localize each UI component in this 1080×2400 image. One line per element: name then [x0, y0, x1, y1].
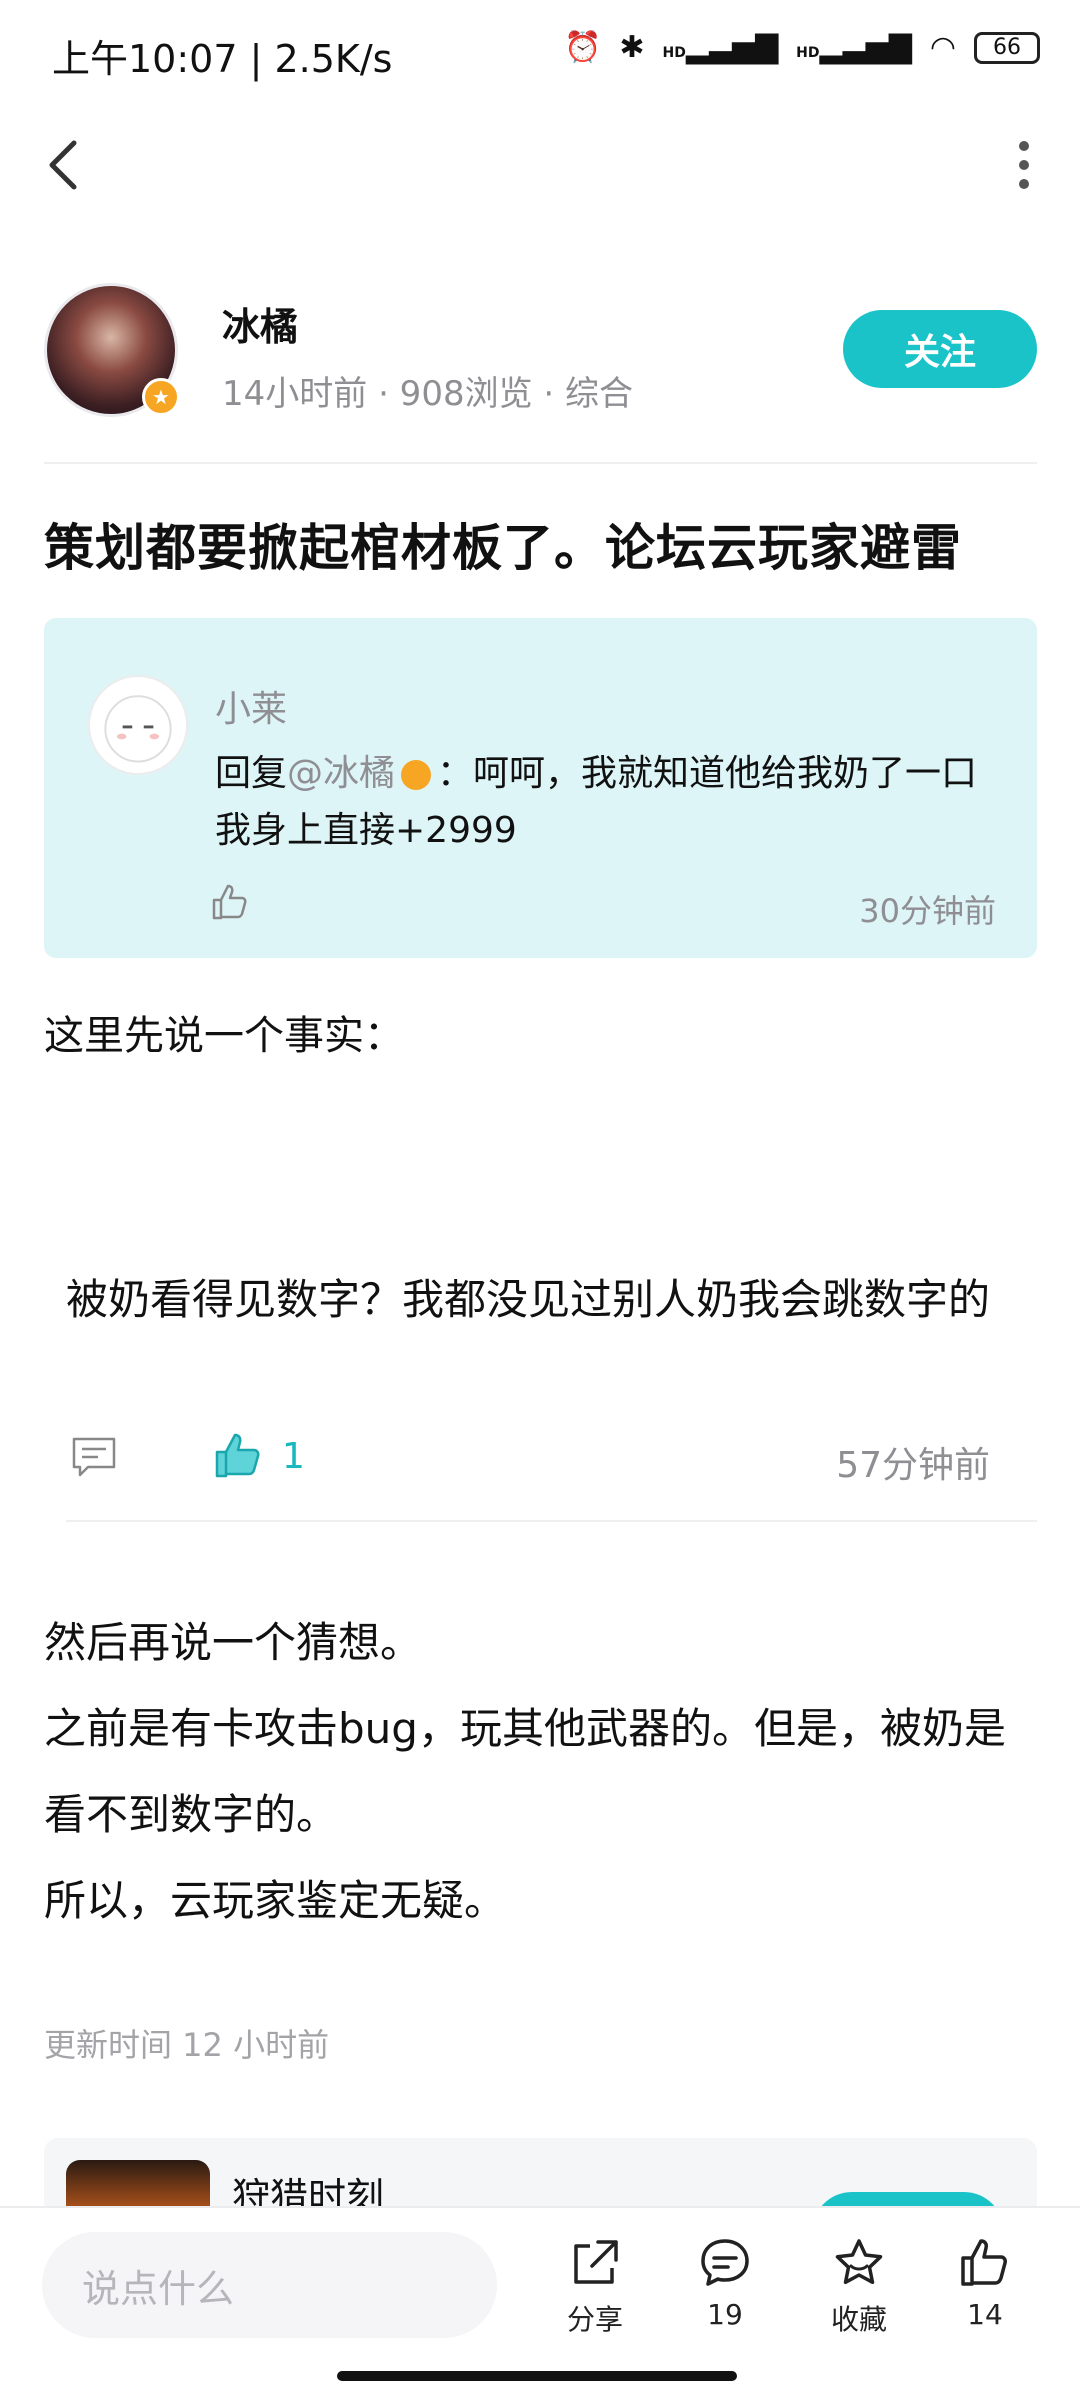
quote-avatar: [88, 675, 188, 775]
cartoon-face-icon: [104, 695, 172, 763]
reply-prefix: 回复: [215, 753, 288, 794]
mention-badge-icon: [401, 760, 432, 790]
home-indicator[interactable]: [337, 2371, 737, 2381]
status-time: 上午10:07 | 2.5K/s: [52, 37, 393, 81]
quote-text: 回复@冰橘 ：呵呵，我就知道他给我奶了一口 我身上直接+2999: [215, 745, 995, 859]
updated-time: 更新时间 12 小时前: [44, 2026, 330, 2064]
favorite-label: 收藏: [830, 2303, 887, 2336]
comment-input[interactable]: 说点什么: [42, 2232, 497, 2338]
divider: [66, 1520, 1037, 1522]
favorite-button[interactable]: 收藏: [804, 2236, 914, 2338]
bluetooth-icon: ✱: [619, 30, 645, 65]
thumbs-up-icon[interactable]: [210, 882, 250, 922]
comment-count: 19: [707, 2298, 743, 2331]
post-title: 策划都要掀起棺材板了。论坛云玩家避雷: [44, 519, 962, 577]
back-arrow-icon[interactable]: [44, 135, 84, 195]
reply-mention[interactable]: @冰橘: [287, 753, 395, 794]
post-body: 然后再说一个猜想。 之前是有卡攻击bug，玩其他武器的。但是，被奶是看不到数字的…: [44, 1600, 1044, 1944]
more-options-icon[interactable]: [1018, 140, 1030, 190]
verified-badge-icon: ★: [142, 378, 180, 416]
share-label: 分享: [566, 2303, 623, 2336]
wifi-icon: ◠: [929, 30, 956, 65]
alarm-icon: ⏰: [564, 30, 602, 65]
comment-bubble-icon: [701, 2239, 749, 2286]
signal-icon-2: HD▂▃▅▇: [796, 30, 912, 65]
status-icons: ⏰ ✱ HD▂▃▅▇ HD▂▃▅▇ ◠ 66: [564, 30, 1040, 65]
signal-icon-1: HD▂▃▅▇: [662, 30, 779, 65]
quote-author-name: 小莱: [215, 689, 288, 730]
battery-icon: 66: [974, 31, 1040, 64]
post-paragraph: 这里先说一个事实：: [44, 1013, 404, 1059]
comment-text: 被奶看得见数字？我都没见过别人奶我会跳数字的: [66, 1275, 991, 1324]
share-icon: [574, 2240, 618, 2284]
like-button[interactable]: 14: [930, 2236, 1040, 2331]
like-count: 14: [967, 2298, 1003, 2331]
comments-button[interactable]: 19: [670, 2236, 780, 2331]
share-button[interactable]: 分享: [540, 2236, 650, 2338]
body-line: 之前是有卡攻击bug，玩其他武器的。但是，被奶是看不到数字的。: [44, 1704, 1006, 1839]
comment-like-count: 1: [282, 1436, 305, 1477]
thumbs-up-icon: [961, 2239, 1007, 2286]
post-meta: 14小时前 · 908浏览 · 综合: [222, 374, 634, 414]
quote-time: 30分钟前: [859, 892, 996, 930]
body-line: 然后再说一个猜想。: [44, 1618, 423, 1667]
author-name[interactable]: 冰橘: [222, 296, 298, 351]
follow-button[interactable]: 关注: [843, 310, 1037, 388]
divider: [44, 462, 1037, 464]
comment-icon[interactable]: [70, 1435, 118, 1479]
thumbs-up-filled-icon[interactable]: [213, 1430, 263, 1480]
star-icon: [835, 2239, 883, 2285]
body-line: 所以，云玩家鉴定无疑。: [44, 1876, 507, 1925]
comment-time: 57分钟前: [836, 1445, 990, 1486]
